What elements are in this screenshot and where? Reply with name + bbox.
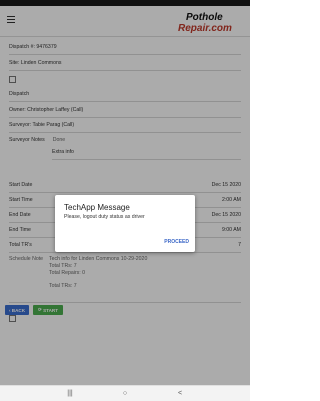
recent-apps-icon[interactable]: ||| — [60, 388, 80, 399]
nav-back-icon[interactable]: < — [170, 388, 190, 399]
techapp-message-dialog: TechApp Message Please, logout duty stat… — [55, 195, 195, 252]
proceed-button[interactable]: PROCEED — [164, 239, 189, 245]
android-nav-bar: ||| ○ < — [0, 385, 250, 401]
dialog-title: TechApp Message — [64, 203, 130, 212]
home-icon[interactable]: ○ — [115, 388, 135, 399]
dialog-message: Please, logout duty status as driver — [64, 214, 145, 220]
